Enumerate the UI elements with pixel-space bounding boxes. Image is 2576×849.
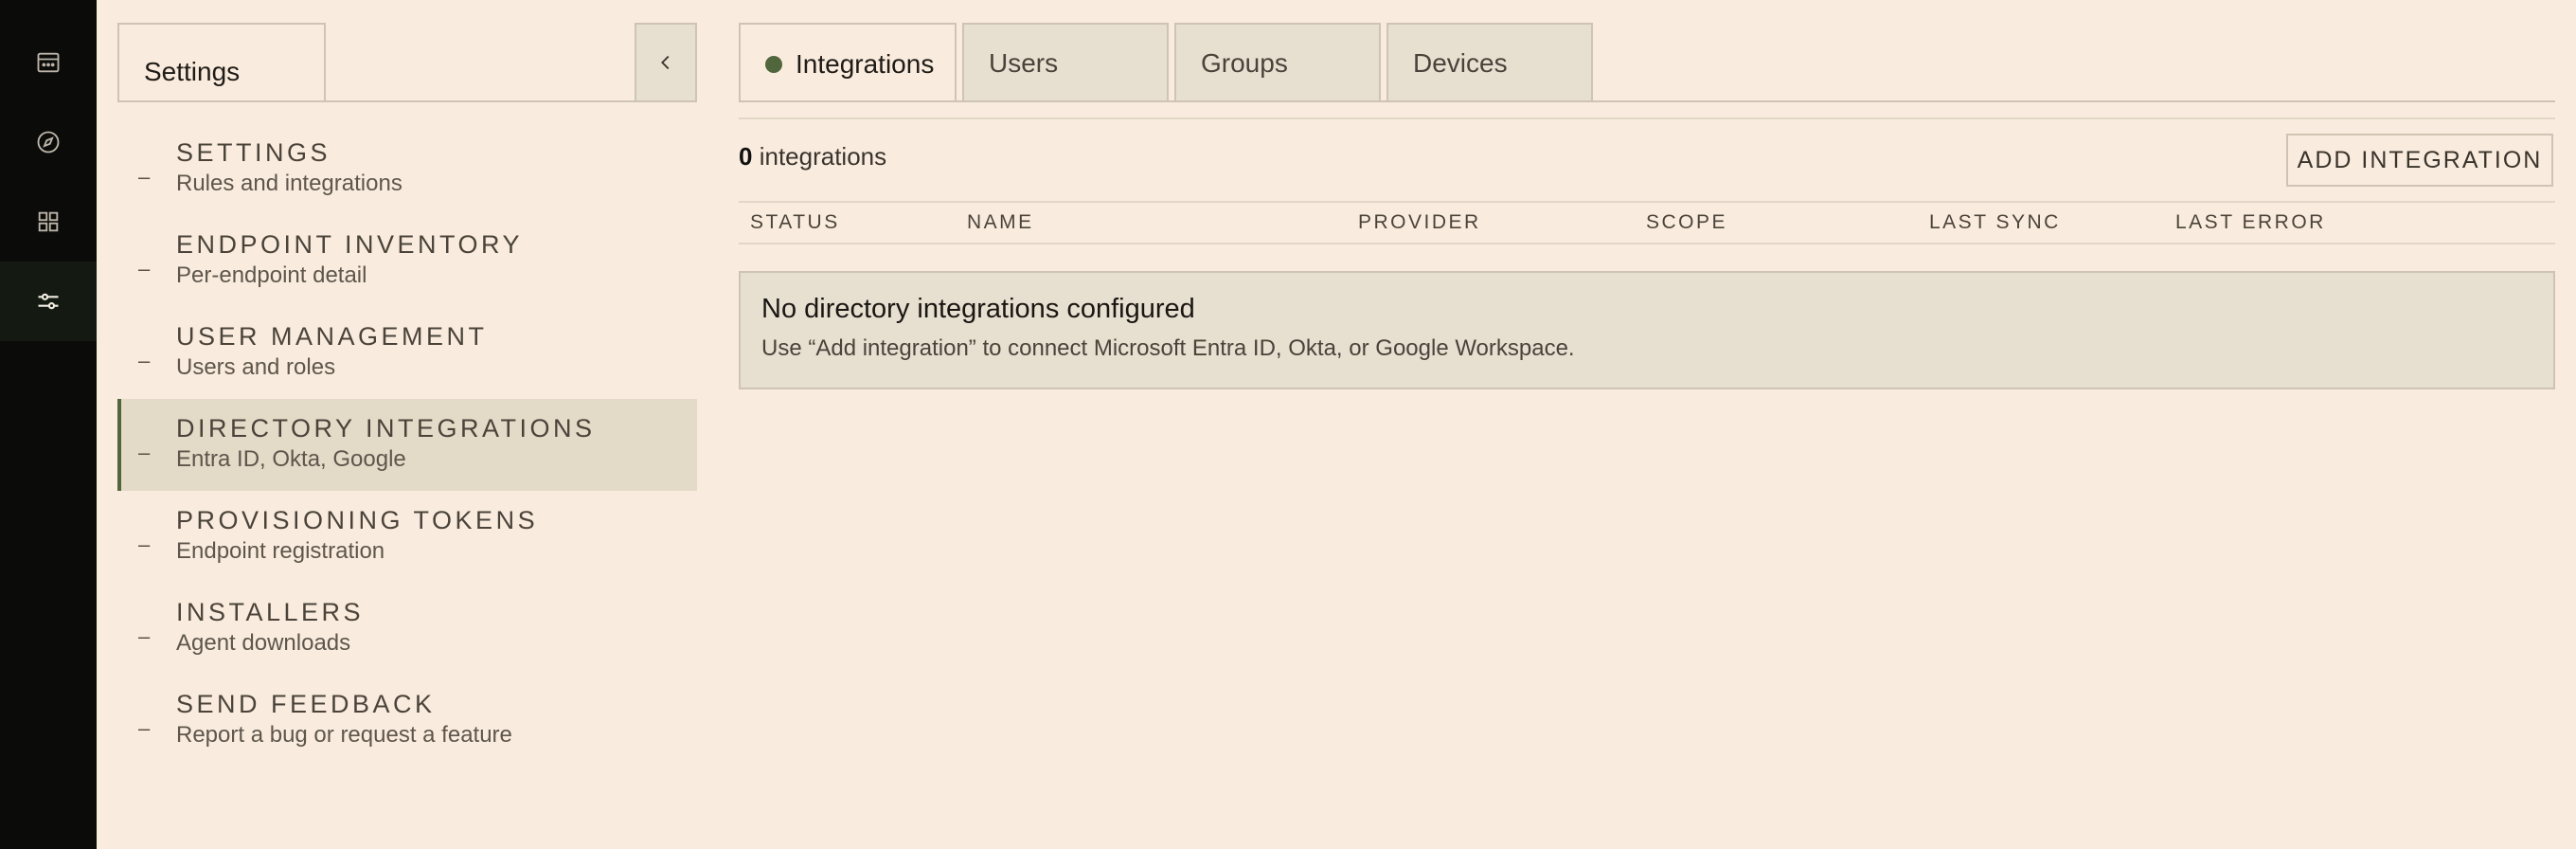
nav-item-subtitle: Report a bug or request a feature bbox=[176, 722, 512, 748]
column-header-provider[interactable]: PROVIDER bbox=[1358, 211, 1481, 234]
tab-label: Groups bbox=[1201, 48, 1288, 78]
empty-state: No directory integrations configured Use… bbox=[739, 271, 2555, 389]
nav-dash: – bbox=[138, 349, 151, 372]
column-header-name[interactable]: NAME bbox=[967, 211, 1034, 234]
nav-item-user-management[interactable]: – USER MANAGEMENT Users and roles bbox=[117, 307, 697, 399]
nav-item-title: DIRECTORY INTEGRATIONS bbox=[176, 414, 596, 443]
nav-item-send-feedback[interactable]: – SEND FEEDBACK Report a bug or request … bbox=[117, 675, 697, 767]
tab-devices[interactable]: Devices bbox=[1386, 23, 1593, 102]
nav-item-directory-integrations[interactable]: – DIRECTORY INTEGRATIONS Entra ID, Okta,… bbox=[117, 399, 697, 491]
nav-dash: – bbox=[138, 165, 151, 189]
app-rail bbox=[0, 0, 97, 849]
add-integration-button[interactable]: ADD INTEGRATION bbox=[2286, 134, 2553, 187]
nav-item-provisioning-tokens[interactable]: – PROVISIONING TOKENS Endpoint registrat… bbox=[117, 491, 697, 583]
column-header-last-error[interactable]: LAST ERROR bbox=[2175, 211, 2326, 234]
tab-groups[interactable]: Groups bbox=[1174, 23, 1381, 102]
nav-item-title: USER MANAGEMENT bbox=[176, 322, 488, 351]
integration-count: 0 integrations bbox=[739, 142, 886, 172]
rail-calendar-button[interactable] bbox=[0, 23, 97, 102]
rail-compass-button[interactable] bbox=[0, 102, 97, 182]
compass-icon bbox=[37, 131, 60, 154]
column-header-status[interactable]: STATUS bbox=[750, 211, 840, 234]
nav-item-title: SEND FEEDBACK bbox=[176, 690, 436, 718]
empty-state-description: Use “Add integration” to connect Microso… bbox=[761, 335, 1575, 361]
tabs-divider bbox=[739, 100, 2555, 102]
calendar-icon bbox=[37, 52, 60, 73]
integration-count-label: integrations bbox=[759, 142, 887, 171]
nav-dash: – bbox=[138, 257, 151, 280]
tab-label: Users bbox=[989, 48, 1059, 78]
nav-item-title: ENDPOINT INVENTORY bbox=[176, 230, 524, 259]
panel-divider bbox=[117, 100, 697, 102]
chevron-left-icon bbox=[661, 55, 670, 70]
nav-item-subtitle: Per-endpoint detail bbox=[176, 262, 367, 288]
table-header-top-border bbox=[739, 201, 2555, 203]
column-header-last-sync[interactable]: LAST SYNC bbox=[1929, 211, 2061, 234]
tab-label: Integrations bbox=[796, 49, 935, 79]
nav-item-subtitle: Endpoint registration bbox=[176, 538, 385, 564]
nav-item-subtitle: Rules and integrations bbox=[176, 171, 402, 196]
settings-panel-tab[interactable]: Settings bbox=[117, 23, 326, 102]
collapse-panel-button[interactable] bbox=[635, 23, 697, 102]
settings-panel-tab-label: Settings bbox=[144, 57, 241, 86]
rail-grid-button[interactable] bbox=[0, 182, 97, 262]
grid-icon bbox=[38, 211, 59, 232]
rail-settings-button[interactable] bbox=[0, 262, 97, 341]
status-dot-icon bbox=[765, 56, 782, 73]
nav-dash: – bbox=[138, 716, 151, 740]
nav-item-subtitle: Entra ID, Okta, Google bbox=[176, 446, 406, 472]
toolbar-divider bbox=[739, 117, 2555, 119]
nav-item-title: INSTALLERS bbox=[176, 598, 365, 626]
empty-state-title: No directory integrations configured bbox=[761, 294, 1195, 324]
sliders-icon bbox=[38, 293, 59, 310]
tab-integrations[interactable]: Integrations bbox=[739, 23, 957, 102]
nav-dash: – bbox=[138, 441, 151, 464]
nav-item-title: SETTINGS bbox=[176, 138, 331, 167]
nav-item-settings[interactable]: – SETTINGS Rules and integrations bbox=[117, 123, 697, 215]
settings-nav: – SETTINGS Rules and integrations – ENDP… bbox=[117, 123, 697, 767]
nav-item-subtitle: Users and roles bbox=[176, 354, 336, 380]
nav-item-subtitle: Agent downloads bbox=[176, 630, 351, 656]
nav-dash: – bbox=[138, 533, 151, 556]
tab-label: Devices bbox=[1413, 48, 1508, 78]
tab-users[interactable]: Users bbox=[962, 23, 1169, 102]
nav-dash: – bbox=[138, 624, 151, 648]
column-header-scope[interactable]: SCOPE bbox=[1646, 211, 1727, 234]
nav-item-endpoint-inventory[interactable]: – ENDPOINT INVENTORY Per-endpoint detail bbox=[117, 215, 697, 307]
nav-item-installers[interactable]: – INSTALLERS Agent downloads bbox=[117, 583, 697, 675]
integration-count-value: 0 bbox=[739, 142, 753, 171]
table-header-bottom-border bbox=[739, 243, 2555, 244]
nav-item-title: PROVISIONING TOKENS bbox=[176, 506, 539, 534]
